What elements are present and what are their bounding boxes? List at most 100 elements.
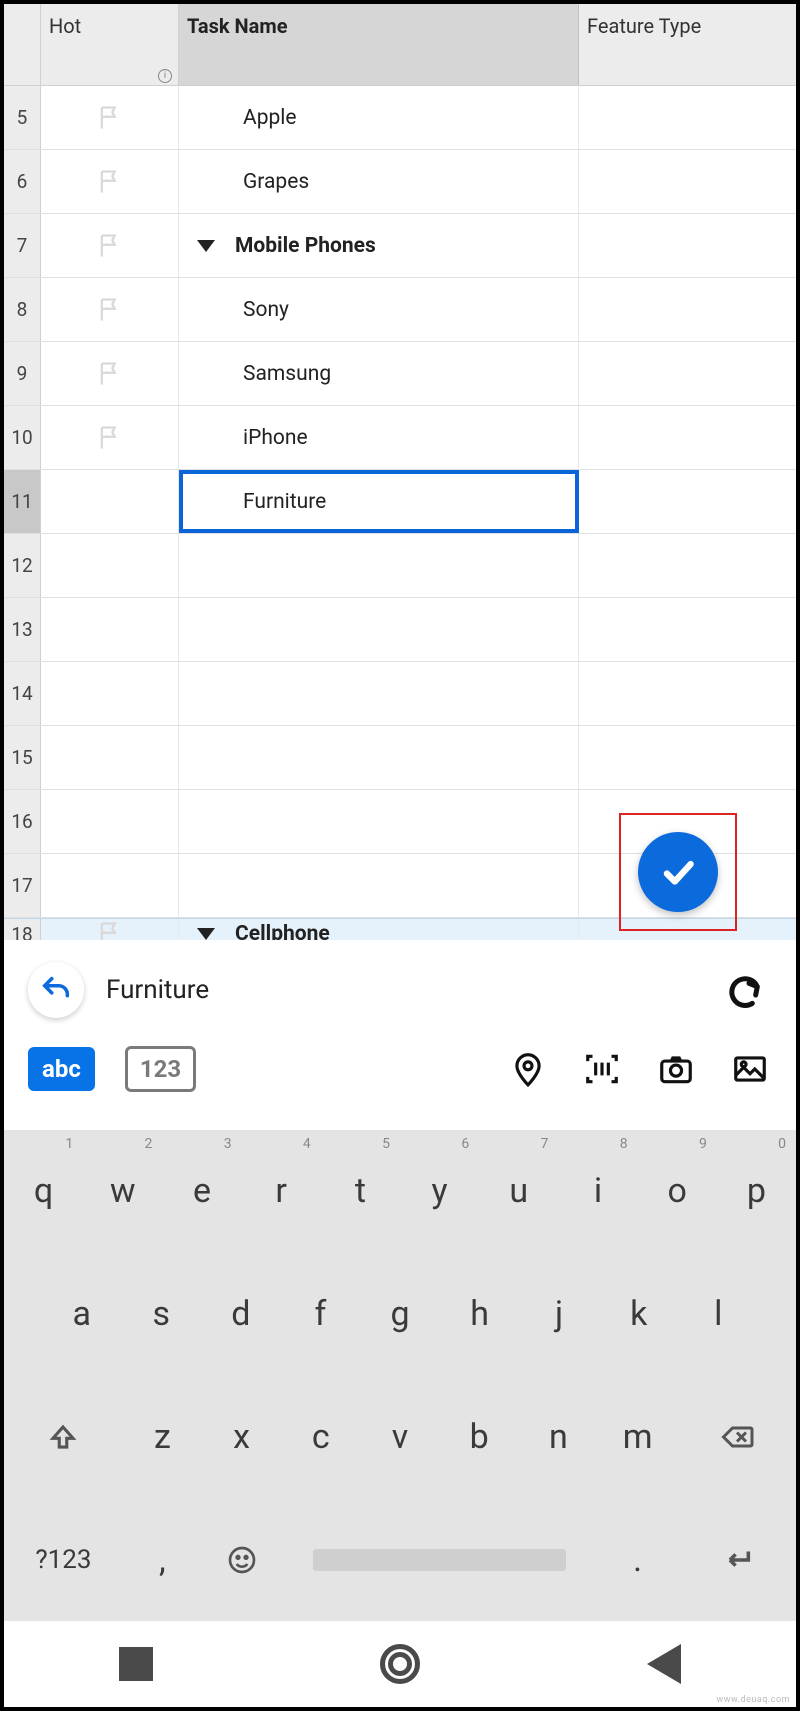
cell-feature[interactable] bbox=[579, 214, 796, 277]
cell-task[interactable] bbox=[179, 662, 579, 725]
table-row[interactable]: 11Furniture bbox=[4, 470, 796, 534]
key-f[interactable]: f bbox=[281, 1253, 361, 1376]
cell-task[interactable]: Mobile Phones bbox=[179, 214, 579, 277]
key-m[interactable]: m bbox=[598, 1376, 677, 1499]
cell-task[interactable]: iPhone bbox=[179, 406, 579, 469]
table-row[interactable]: 5Apple bbox=[4, 86, 796, 150]
key-comma[interactable]: , bbox=[123, 1498, 202, 1621]
cell-feature[interactable] bbox=[579, 406, 796, 469]
key-y[interactable]: y6 bbox=[400, 1130, 479, 1253]
key-n[interactable]: n bbox=[519, 1376, 598, 1499]
cell-hot[interactable] bbox=[41, 214, 179, 277]
cell-task[interactable] bbox=[179, 726, 579, 789]
table-row[interactable]: 12 bbox=[4, 534, 796, 598]
key-period[interactable]: . bbox=[598, 1498, 677, 1621]
key-symbols[interactable]: ?123 bbox=[4, 1498, 123, 1621]
key-z[interactable]: z bbox=[123, 1376, 202, 1499]
editor-text[interactable]: Furniture bbox=[106, 975, 694, 1005]
table-row[interactable]: 10iPhone bbox=[4, 406, 796, 470]
cell-hot[interactable] bbox=[41, 598, 179, 661]
key-q[interactable]: q1 bbox=[4, 1130, 83, 1253]
key-c[interactable]: c bbox=[281, 1376, 360, 1499]
cell-hot[interactable] bbox=[41, 150, 179, 213]
key-e[interactable]: e3 bbox=[162, 1130, 241, 1253]
nav-back-button[interactable] bbox=[640, 1640, 688, 1688]
info-icon[interactable]: i bbox=[158, 69, 172, 83]
key-w[interactable]: w2 bbox=[83, 1130, 162, 1253]
cell-task[interactable] bbox=[179, 534, 579, 597]
nav-recent-button[interactable] bbox=[112, 1640, 160, 1688]
flag-icon bbox=[96, 104, 124, 132]
key-space[interactable] bbox=[281, 1498, 598, 1621]
key-shift[interactable] bbox=[4, 1376, 123, 1499]
cell-feature[interactable] bbox=[579, 86, 796, 149]
key-k[interactable]: k bbox=[599, 1253, 679, 1376]
cell-feature[interactable] bbox=[579, 662, 796, 725]
key-p[interactable]: p0 bbox=[717, 1130, 796, 1253]
cell-feature[interactable] bbox=[579, 150, 796, 213]
cell-hot[interactable] bbox=[41, 534, 179, 597]
location-icon[interactable] bbox=[506, 1047, 550, 1091]
cell-feature[interactable] bbox=[579, 726, 796, 789]
cell-task[interactable]: Furniture bbox=[179, 470, 579, 533]
key-d[interactable]: d bbox=[201, 1253, 281, 1376]
key-j[interactable]: j bbox=[519, 1253, 599, 1376]
table-row[interactable]: 9Samsung bbox=[4, 342, 796, 406]
key-i[interactable]: i8 bbox=[558, 1130, 637, 1253]
confirm-button[interactable] bbox=[638, 832, 718, 912]
redo-button[interactable] bbox=[716, 962, 772, 1018]
cell-feature[interactable] bbox=[579, 598, 796, 661]
key-l[interactable]: l bbox=[678, 1253, 758, 1376]
undo-button[interactable] bbox=[28, 962, 84, 1018]
cell-hot[interactable] bbox=[41, 854, 179, 917]
key-h[interactable]: h bbox=[440, 1253, 520, 1376]
key-emoji[interactable] bbox=[202, 1498, 281, 1621]
image-icon[interactable] bbox=[728, 1047, 772, 1091]
table-row[interactable]: 13 bbox=[4, 598, 796, 662]
cell-task[interactable]: Apple bbox=[179, 86, 579, 149]
cell-task[interactable] bbox=[179, 790, 579, 853]
barcode-icon[interactable] bbox=[580, 1047, 624, 1091]
key-g[interactable]: g bbox=[360, 1253, 440, 1376]
table-row[interactable]: 6Grapes bbox=[4, 150, 796, 214]
cell-hot[interactable] bbox=[41, 790, 179, 853]
cell-hot[interactable] bbox=[41, 726, 179, 789]
key-u[interactable]: u7 bbox=[479, 1130, 558, 1253]
cell-task[interactable] bbox=[179, 598, 579, 661]
cell-task[interactable]: Samsung bbox=[179, 342, 579, 405]
keyboard-mode-abc[interactable]: abc bbox=[28, 1047, 95, 1091]
key-a[interactable]: a bbox=[42, 1253, 122, 1376]
cell-hot[interactable] bbox=[41, 342, 179, 405]
cell-task[interactable] bbox=[179, 854, 579, 917]
cell-hot[interactable] bbox=[41, 406, 179, 469]
cell-feature[interactable] bbox=[579, 342, 796, 405]
camera-icon[interactable] bbox=[654, 1047, 698, 1091]
table-row[interactable]: 14 bbox=[4, 662, 796, 726]
cell-hot[interactable] bbox=[41, 278, 179, 341]
cell-feature[interactable] bbox=[579, 278, 796, 341]
key-b[interactable]: b bbox=[440, 1376, 519, 1499]
header-task-name[interactable]: Task Name bbox=[179, 4, 579, 85]
header-hot[interactable]: Hot i bbox=[41, 4, 179, 85]
key-t[interactable]: t5 bbox=[321, 1130, 400, 1253]
table-row[interactable]: 7Mobile Phones bbox=[4, 214, 796, 278]
key-r[interactable]: r4 bbox=[242, 1130, 321, 1253]
table-row[interactable]: 15 bbox=[4, 726, 796, 790]
key-enter[interactable] bbox=[677, 1498, 796, 1621]
nav-home-button[interactable] bbox=[376, 1640, 424, 1688]
cell-hot[interactable] bbox=[41, 86, 179, 149]
key-s[interactable]: s bbox=[122, 1253, 202, 1376]
cell-feature[interactable] bbox=[579, 470, 796, 533]
key-backspace[interactable] bbox=[677, 1376, 796, 1499]
key-x[interactable]: x bbox=[202, 1376, 281, 1499]
cell-hot[interactable] bbox=[41, 470, 179, 533]
cell-task[interactable]: Grapes bbox=[179, 150, 579, 213]
cell-task[interactable]: Sony bbox=[179, 278, 579, 341]
key-o[interactable]: o9 bbox=[638, 1130, 717, 1253]
keyboard-mode-123[interactable]: 123 bbox=[125, 1046, 196, 1092]
key-v[interactable]: v bbox=[360, 1376, 439, 1499]
header-feature-type[interactable]: Feature Type bbox=[579, 4, 796, 85]
cell-feature[interactable] bbox=[579, 534, 796, 597]
cell-hot[interactable] bbox=[41, 662, 179, 725]
table-row[interactable]: 8Sony bbox=[4, 278, 796, 342]
